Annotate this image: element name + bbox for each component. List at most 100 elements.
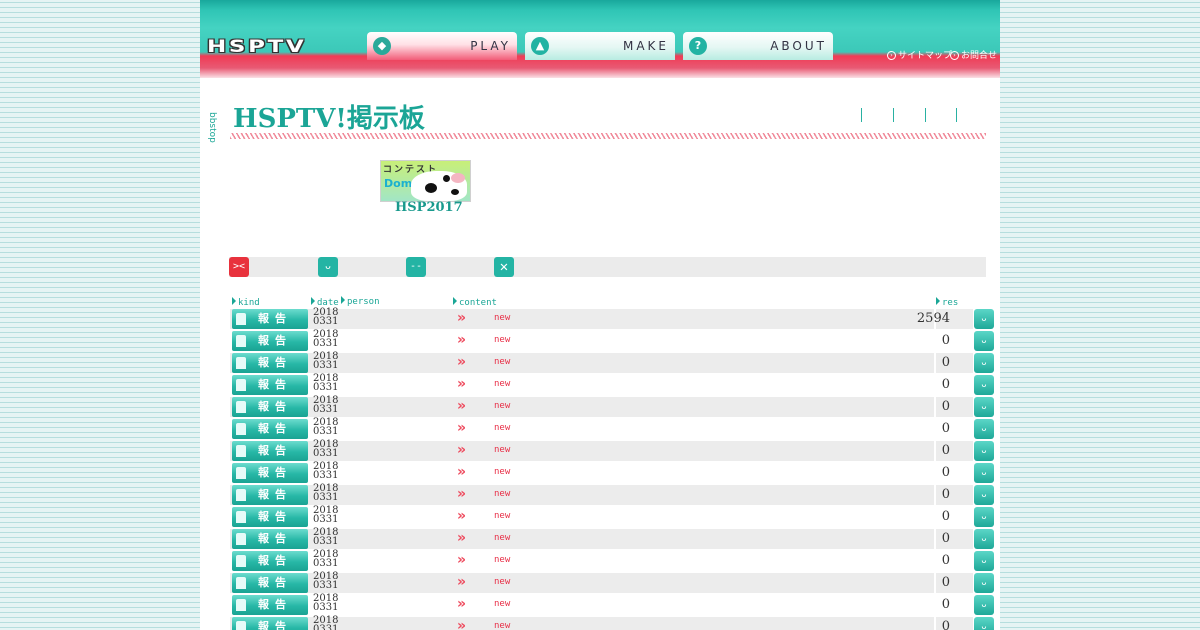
kind-button[interactable]: 報告 [232,309,308,329]
site-logo[interactable]: HSPTV [207,38,380,56]
double-chevron-icon[interactable]: » [457,377,466,391]
table-row: 報告 2018 0331 » new 0 ᴗ [200,506,1000,528]
neutral-face-icon[interactable]: -- [406,257,426,277]
res-count: 0 [941,487,950,502]
res-count: 0 [941,355,950,370]
bbstop-tab[interactable]: bbstop [207,112,217,143]
kind-button[interactable]: 報告 [232,529,308,549]
date-monthday: 0331 [313,360,339,371]
contact-label: お問合せ [961,51,998,61]
kind-button[interactable]: 報告 [232,419,308,439]
table-row: 報告 2018 0331 » new 0 ᴗ [200,418,1000,440]
nav-tab-about[interactable]: ? ABOUT [683,32,833,60]
reply-face-icon[interactable]: ᴗ [974,529,994,549]
double-chevron-icon[interactable]: » [457,487,466,501]
date-monthday: 0331 [313,558,339,569]
arrow-circle-icon: › [950,51,959,60]
kind-button[interactable]: 報告 [232,573,308,593]
reply-face-icon[interactable]: ᴗ [974,617,994,630]
kind-button[interactable]: 報告 [232,353,308,373]
double-chevron-icon[interactable]: » [457,575,466,589]
double-chevron-icon[interactable]: » [457,333,466,347]
column-header-res[interactable]: res [936,297,958,308]
triangle-right-icon [453,297,457,305]
nav-tab-play[interactable]: ◆ PLAY [367,32,517,60]
row-date: 2018 0331 [313,396,338,415]
column-header-content[interactable]: content [453,297,497,308]
column-header-person[interactable]: person [341,296,380,307]
double-chevron-icon[interactable]: » [457,509,466,523]
double-chevron-icon[interactable]: » [457,553,466,567]
kind-button[interactable]: 報告 [232,507,308,527]
column-header-kind[interactable]: kind [232,297,260,308]
reply-face-icon[interactable]: ᴗ [974,419,994,439]
double-chevron-icon[interactable]: » [457,443,466,457]
double-chevron-icon[interactable]: » [457,619,466,630]
res-count: 0 [941,443,950,458]
reply-face-icon[interactable]: ᴗ [974,463,994,483]
title-separator [893,108,894,122]
double-chevron-icon[interactable]: » [457,399,466,413]
kind-button[interactable]: 報告 [232,331,308,351]
reply-face-icon[interactable]: ᴗ [974,309,994,329]
contest-banner[interactable]: コンテスト Dom mi [380,160,471,202]
double-chevron-icon[interactable]: » [457,465,466,479]
new-tag: new [494,621,511,630]
kind-label: 報告 [258,444,292,457]
double-chevron-icon[interactable]: » [457,531,466,545]
contact-link[interactable]: › お問合せ [950,48,997,61]
kind-button[interactable]: 報告 [232,595,308,615]
kind-label: 報告 [258,554,292,567]
kind-label: 報告 [258,620,292,630]
person-icon [236,533,246,545]
date-monthday: 0331 [313,536,339,547]
row-date: 2018 0331 [313,484,338,503]
nav-tab-label: ABOUT [770,39,827,53]
banner-label[interactable]: HSP2017 [395,200,463,215]
reply-face-icon[interactable]: ᴗ [974,331,994,351]
kind-label: 報告 [258,598,292,611]
zigzag-divider [230,133,986,139]
double-chevron-icon[interactable]: » [457,355,466,369]
triangle-right-icon [311,297,315,305]
play-icon: ◆ [373,37,391,55]
close-box-icon[interactable]: ✕ [494,257,514,277]
new-tag: new [494,379,511,389]
reply-face-icon[interactable]: ᴗ [974,573,994,593]
reply-face-icon[interactable]: ᴗ [974,397,994,417]
date-monthday: 0331 [313,316,339,327]
title-separator [956,108,957,122]
reply-face-icon[interactable]: ᴗ [974,375,994,395]
double-chevron-icon[interactable]: » [457,421,466,435]
kind-button[interactable]: 報告 [232,463,308,483]
reply-face-icon[interactable]: ᴗ [974,595,994,615]
angry-face-icon[interactable]: >< [229,257,249,277]
reply-face-icon[interactable]: ᴗ [974,353,994,373]
new-tag: new [494,445,511,455]
page: HSPTV ◆ PLAY ▲ MAKE ? ABOUT › サイトマップ › お問合… [200,0,1000,630]
reply-face-icon[interactable]: ᴗ [974,441,994,461]
date-monthday: 0331 [313,514,339,525]
kind-button[interactable]: 報告 [232,375,308,395]
reply-face-icon[interactable]: ᴗ [974,485,994,505]
sitemap-link[interactable]: › サイトマップ [887,48,952,61]
smile-face-icon[interactable]: ᴗ [318,257,338,277]
person-icon [236,401,246,413]
table-row: 報告 2018 0331 » new 0 ᴗ [200,616,1000,630]
date-monthday: 0331 [313,624,339,630]
kind-button[interactable]: 報告 [232,441,308,461]
reply-face-icon[interactable]: ᴗ [974,551,994,571]
kind-button[interactable]: 報告 [232,617,308,630]
double-chevron-icon[interactable]: » [457,311,466,325]
double-chevron-icon[interactable]: » [457,597,466,611]
nav-tab-make[interactable]: ▲ MAKE [525,32,675,60]
row-date: 2018 0331 [313,594,339,613]
kind-button[interactable]: 報告 [232,485,308,505]
new-tag: new [494,511,511,521]
date-monthday: 0331 [313,580,339,591]
kind-button[interactable]: 報告 [232,551,308,571]
reply-face-icon[interactable]: ᴗ [974,507,994,527]
date-monthday: 0331 [313,602,339,613]
kind-label: 報告 [258,576,292,589]
kind-button[interactable]: 報告 [232,397,308,417]
